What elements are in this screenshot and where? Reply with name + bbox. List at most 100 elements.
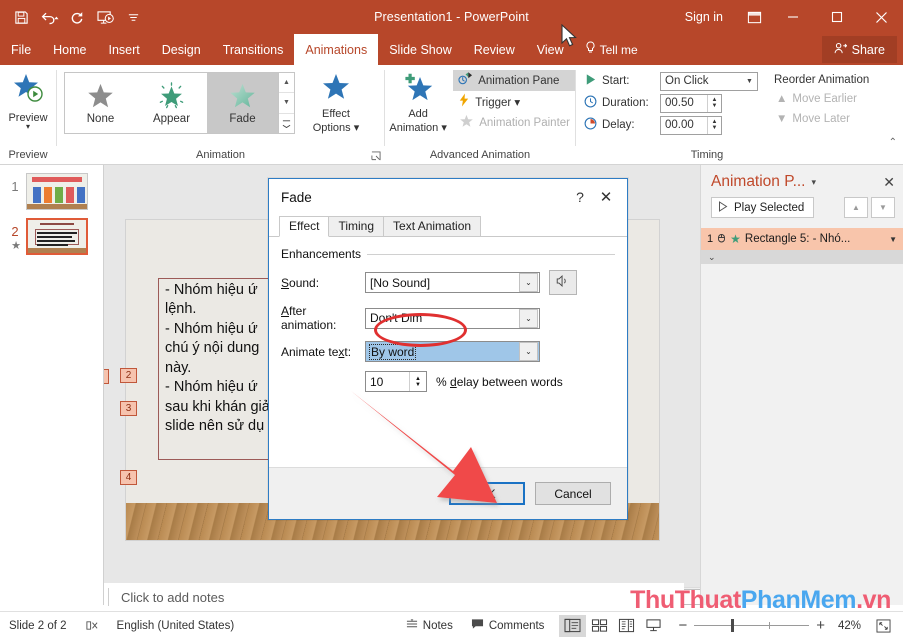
tab-transitions[interactable]: Transitions: [212, 34, 295, 65]
tab-slide-show[interactable]: Slide Show: [378, 34, 463, 65]
animation-expand-toggle[interactable]: ⌄: [701, 250, 903, 264]
dialog-tab-effect[interactable]: Effect: [279, 216, 329, 237]
close-button[interactable]: [859, 0, 903, 34]
tab-animations[interactable]: Animations: [294, 34, 378, 65]
spell-check-icon[interactable]: [76, 619, 108, 632]
zoom-thumb[interactable]: [731, 619, 734, 632]
chevron-down-icon[interactable]: ▼: [742, 78, 757, 85]
minimize-button[interactable]: [771, 0, 815, 34]
pane-menu-caret-icon[interactable]: ▾: [812, 177, 817, 188]
delay-stepper[interactable]: ▲▼: [707, 117, 721, 134]
animation-gallery-scrollbar[interactable]: ▲ ▼: [279, 72, 295, 134]
chevron-down-icon[interactable]: ⌄: [519, 309, 538, 328]
dialog-close-icon[interactable]: ✕: [593, 188, 619, 206]
share-button[interactable]: Share: [822, 36, 897, 63]
fit-slide-to-window-button[interactable]: [867, 619, 903, 633]
dialog-help-icon[interactable]: ?: [567, 189, 593, 205]
tab-insert[interactable]: Insert: [98, 34, 151, 65]
zoom-slider[interactable]: − +: [671, 617, 832, 634]
preview-button[interactable]: Preview ▾: [2, 68, 54, 130]
word-delay-stepper[interactable]: ▲▼: [409, 372, 426, 391]
add-animation-icon: [402, 72, 434, 106]
animation-pane-button[interactable]: Animation Pane: [453, 70, 575, 91]
gallery-more-icon[interactable]: [279, 114, 294, 133]
animation-tag-4[interactable]: 4: [120, 470, 137, 485]
ribbon-display-options-icon[interactable]: [737, 10, 771, 25]
effect-options-button[interactable]: Effect Options ▾: [307, 68, 365, 135]
star-burst-green-icon: [157, 82, 186, 113]
duration-spinner[interactable]: 00.50 ▲▼: [660, 94, 722, 113]
slide-show-view-button[interactable]: [640, 615, 667, 637]
animation-appear-label: Appear: [153, 113, 190, 125]
cancel-button[interactable]: Cancel: [535, 482, 611, 505]
ok-button[interactable]: OK: [449, 482, 525, 505]
pane-close-icon[interactable]: ✕: [883, 174, 895, 191]
thumbnail-preview-1[interactable]: [26, 173, 88, 210]
notes-button[interactable]: Notes: [397, 618, 462, 633]
fade-effect-dialog[interactable]: Fade ? ✕ Effect Timing Text Animation En…: [268, 178, 628, 520]
tab-view[interactable]: View: [526, 34, 575, 65]
slide-thumbnail-pane[interactable]: 1 2 ★: [0, 165, 104, 605]
sign-in-button[interactable]: Sign in: [671, 10, 737, 24]
zoom-percent-label[interactable]: 42%: [836, 620, 867, 632]
word-delay-label: % delay between words: [436, 375, 563, 389]
word-delay-spinner[interactable]: 10 ▲▼: [365, 371, 427, 392]
redo-icon[interactable]: [64, 5, 90, 29]
duration-stepper[interactable]: ▲▼: [707, 95, 721, 112]
slide-sorter-view-button[interactable]: [586, 615, 613, 637]
animation-none[interactable]: None: [65, 73, 136, 133]
delay-spinner[interactable]: 00.00 ▲▼: [660, 116, 722, 135]
save-icon[interactable]: [8, 5, 34, 29]
undo-icon[interactable]: [36, 5, 62, 29]
notes-pane[interactable]: Click to add notes: [104, 583, 684, 611]
animation-dialog-launcher-icon[interactable]: [371, 151, 381, 163]
dialog-tab-text-animation[interactable]: Text Animation: [383, 216, 481, 236]
animation-tag-3[interactable]: 3: [120, 401, 137, 416]
thumbnail-item-2[interactable]: 2 ★: [0, 210, 103, 255]
chevron-down-icon[interactable]: ⌄: [519, 273, 538, 292]
preview-caret-icon[interactable]: ▾: [26, 124, 30, 130]
comments-button[interactable]: Comments: [462, 618, 554, 633]
animation-item-caret-icon[interactable]: ▼: [889, 235, 897, 244]
move-up-icon[interactable]: ▲: [844, 197, 868, 218]
animation-tag-2[interactable]: 2: [120, 368, 137, 383]
zoom-track[interactable]: [694, 625, 809, 626]
tab-design[interactable]: Design: [151, 34, 212, 65]
thumbnail-item-1[interactable]: 1: [0, 165, 103, 210]
animation-list-item[interactable]: 1 ★ Rectangle 5: - Nhó... ▼: [701, 228, 903, 250]
add-animation-button[interactable]: Add Animation ▾: [389, 68, 447, 135]
start-combo[interactable]: On Click ▼: [660, 72, 758, 91]
gallery-scroll-down-icon[interactable]: ▼: [279, 93, 294, 113]
language-label[interactable]: English (United States): [108, 620, 244, 632]
collapse-ribbon-icon[interactable]: ⌃: [889, 137, 897, 148]
animation-appear[interactable]: Appear: [136, 73, 207, 133]
animation-fade[interactable]: Fade: [207, 73, 278, 133]
tab-review[interactable]: Review: [463, 34, 526, 65]
tab-file[interactable]: File: [0, 34, 42, 65]
sound-volume-button[interactable]: [549, 270, 577, 295]
normal-view-button[interactable]: [559, 615, 586, 637]
animation-pane-label: Animation Pane: [478, 75, 559, 87]
chevron-down-icon[interactable]: ⌄: [519, 342, 538, 361]
animate-text-combo[interactable]: By word ⌄: [365, 341, 540, 362]
duration-row: Duration: 00.50 ▲▼: [584, 92, 758, 114]
reading-view-button[interactable]: [613, 615, 640, 637]
zoom-in-button[interactable]: +: [809, 617, 832, 634]
play-selected-button[interactable]: Play Selected: [711, 197, 814, 218]
gallery-scroll-up-icon[interactable]: ▲: [279, 73, 294, 93]
delay-row: Delay: 00.00 ▲▼: [584, 114, 758, 136]
customize-qat-icon[interactable]: [120, 5, 146, 29]
start-from-beginning-icon[interactable]: [92, 5, 118, 29]
title-bar: Presentation1 - PowerPoint Sign in: [0, 0, 903, 34]
after-animation-combo[interactable]: Don't Dim ⌄: [365, 308, 540, 329]
move-down-icon[interactable]: ▼: [871, 197, 895, 218]
trigger-button[interactable]: Trigger ▾: [453, 91, 575, 112]
maximize-button[interactable]: [815, 0, 859, 34]
slide-count-label[interactable]: Slide 2 of 2: [0, 620, 76, 632]
dialog-tab-timing[interactable]: Timing: [328, 216, 384, 236]
sound-combo[interactable]: [No Sound] ⌄: [365, 272, 540, 293]
zoom-out-button[interactable]: −: [671, 617, 694, 634]
tell-me-box[interactable]: Tell me: [575, 34, 648, 65]
tab-home[interactable]: Home: [42, 34, 97, 65]
thumbnail-preview-2[interactable]: [26, 218, 88, 255]
